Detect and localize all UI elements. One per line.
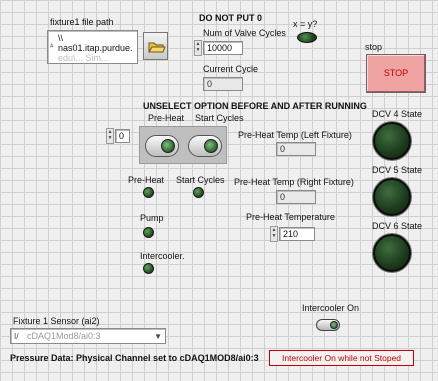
intercooler-on-knob — [330, 321, 338, 329]
sensor-channel-value: cDAQ1Mod8/ai0:3 — [27, 331, 101, 341]
x-equals-y-label: x = y? — [293, 19, 318, 29]
dcv5-label: DCV 5 State — [372, 165, 423, 175]
preheat-led-label: Pre-Heat — [128, 175, 165, 185]
unselect-warning: UNSELECT OPTION BEFORE AND AFTER RUNNING — [143, 101, 367, 111]
intercooler-led — [143, 263, 154, 274]
left-numeric-input[interactable]: 0 — [115, 129, 130, 143]
preheat-header: Pre-Heat — [148, 113, 185, 123]
intercooler-warning-indicator: Intercooler On while not Stoped — [269, 350, 414, 366]
start-cycles-led — [193, 187, 204, 198]
preheat-temp-right-label: Pre-Heat Temp (Right Fixture) — [234, 177, 354, 187]
valve-cycles-input[interactable]: 10000 — [203, 41, 243, 55]
preheat-temperature-stepper[interactable]: ▲ ▼ — [270, 226, 278, 242]
do-not-put-zero-warning: DO NOT PUT 0 — [199, 13, 263, 23]
sensor-channel-select[interactable]: I/ cDAQ1Mod8/ai0:3 ▼ — [10, 328, 166, 344]
preheat-temp-right-display: 0 — [276, 190, 316, 204]
current-cycle-display: 0 — [203, 77, 243, 91]
preheat-temperature-label: Pre-Heat Temperature — [246, 212, 335, 222]
valve-cycles-label: Num of Valve Cycles — [203, 28, 286, 38]
dcv6-led — [373, 234, 411, 272]
channel-type-glyph: I/ — [14, 332, 19, 341]
stop-label: stop — [365, 42, 383, 52]
preheat-switch-knob — [161, 139, 175, 153]
fixture-path-line3: edu\... Sim... — [58, 53, 109, 63]
sensor-label: Fixture 1 Sensor (ai2) — [13, 316, 100, 326]
fixture-path-line1: \\ — [58, 33, 64, 43]
preheat-temp-left-display: 0 — [276, 142, 316, 156]
folder-icon — [148, 42, 166, 53]
x-equals-y-led — [297, 32, 317, 43]
preheat-switch[interactable] — [145, 135, 179, 157]
chevron-down-icon: ▼ — [154, 332, 162, 341]
intercooler-label: Intercooler. — [140, 251, 185, 261]
fixture-path-input[interactable]: ᴬ \\ nas01.itap.purdue. edu\... Sim... — [47, 30, 138, 64]
stop-button[interactable]: STOP — [366, 54, 426, 93]
fixture-path-line2: nas01.itap.purdue. — [58, 43, 133, 53]
left-numeric-stepper[interactable]: ▲ ▼ — [106, 128, 114, 144]
current-cycle-label: Current Cycle — [203, 64, 259, 74]
browse-button[interactable] — [143, 32, 168, 60]
pressure-data-note: Pressure Data: Physical Channel set to c… — [10, 353, 259, 363]
start-cycles-led-label: Start Cycles — [176, 175, 225, 185]
fixture-path-label: fixture1 file path — [50, 17, 114, 27]
start-cycles-switch-knob — [204, 139, 218, 153]
preheat-led — [143, 187, 154, 198]
intercooler-on-toggle[interactable] — [316, 319, 340, 331]
intercooler-on-label: Intercooler On — [302, 303, 360, 313]
dcv6-label: DCV 6 State — [372, 221, 423, 231]
switch-panel — [139, 126, 227, 164]
preheat-temp-left-label: Pre-Heat Temp (Left Fixture) — [238, 130, 352, 140]
start-cycles-switch[interactable] — [188, 135, 222, 157]
pump-label: Pump — [140, 213, 164, 223]
dcv4-led — [373, 122, 411, 160]
dcv5-led — [373, 178, 411, 216]
preheat-temperature-input[interactable]: 210 — [279, 227, 315, 241]
pump-led — [143, 227, 154, 238]
path-type-glyph: ᴬ — [50, 44, 54, 51]
start-cycles-header: Start Cycles — [195, 113, 244, 123]
dcv4-label: DCV 4 State — [372, 109, 423, 119]
valve-cycles-stepper[interactable]: ▲ ▼ — [194, 40, 202, 56]
